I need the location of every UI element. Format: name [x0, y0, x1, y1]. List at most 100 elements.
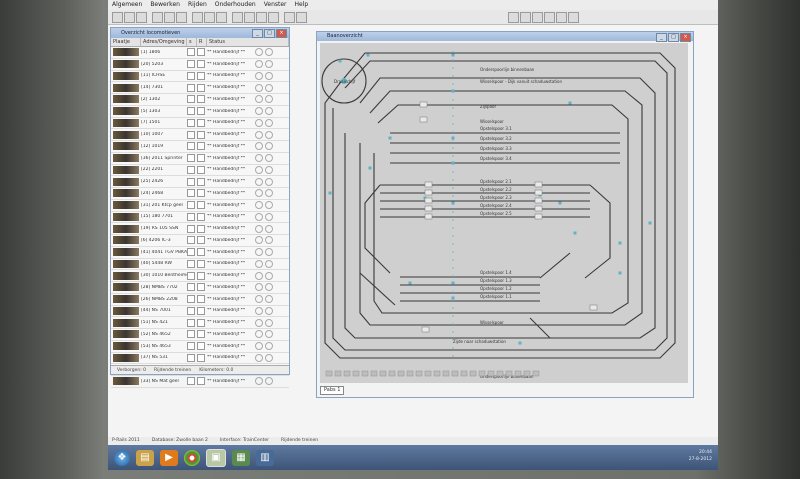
sensor-marker[interactable] — [558, 201, 562, 205]
block-indicator[interactable] — [478, 370, 486, 377]
function-sound-icon[interactable] — [265, 212, 273, 221]
function-sound-icon[interactable] — [265, 142, 273, 151]
function-sound-icon[interactable] — [265, 130, 273, 139]
tab-page-1[interactable]: Pabs 1 — [320, 386, 345, 395]
signal-box[interactable] — [534, 205, 543, 212]
block-icon[interactable] — [268, 12, 279, 23]
locomotive-row[interactable]: [22] 2201 ** Handbedrijf ** — [111, 165, 289, 177]
function-light-icon[interactable] — [255, 342, 263, 351]
track-diagram[interactable]: Onderspoorlijn binnenbaan Wisselspoor - D… — [320, 43, 688, 383]
function-light-icon[interactable] — [255, 306, 263, 315]
col-status[interactable]: Status — [207, 38, 289, 46]
function-light-icon[interactable] — [255, 377, 263, 386]
signal-box[interactable] — [534, 213, 543, 220]
block-indicator[interactable] — [523, 370, 531, 377]
function-light-icon[interactable] — [255, 271, 263, 280]
function-light-icon[interactable] — [255, 48, 263, 57]
block-indicator[interactable] — [370, 370, 378, 377]
function-light-icon[interactable] — [255, 259, 263, 268]
block-indicator[interactable] — [532, 370, 540, 377]
signal-box[interactable] — [534, 197, 543, 204]
signal-box[interactable] — [424, 181, 433, 188]
block-indicator[interactable] — [433, 370, 441, 377]
window-icon[interactable] — [556, 12, 567, 23]
direction-checkbox[interactable] — [187, 118, 195, 127]
switch-icon[interactable] — [244, 12, 255, 23]
inner-connector-right[interactable] — [584, 184, 611, 279]
new-icon[interactable] — [112, 12, 123, 23]
function-sound-icon[interactable] — [265, 154, 273, 163]
function-light-icon[interactable] — [255, 330, 263, 339]
menu-help[interactable]: Help — [295, 0, 309, 10]
direction-checkbox[interactable] — [187, 83, 195, 92]
function-light-icon[interactable] — [255, 248, 263, 257]
function-light-icon[interactable] — [255, 318, 263, 327]
reverse-checkbox[interactable] — [197, 60, 205, 69]
function-sound-icon[interactable] — [265, 236, 273, 245]
block-indicator[interactable] — [379, 370, 387, 377]
locomotive-row[interactable]: [33] NS Mat geel ** Handbedrijf ** — [111, 376, 289, 388]
reverse-checkbox[interactable] — [197, 224, 205, 233]
function-sound-icon[interactable] — [265, 224, 273, 233]
reverse-checkbox[interactable] — [197, 118, 205, 127]
function-light-icon[interactable] — [255, 154, 263, 163]
open-icon[interactable] — [124, 12, 135, 23]
function-sound-icon[interactable] — [265, 71, 273, 80]
direction-checkbox[interactable] — [187, 353, 195, 362]
reverse-checkbox[interactable] — [197, 377, 205, 386]
function-light-icon[interactable] — [255, 95, 263, 104]
direction-checkbox[interactable] — [187, 283, 195, 292]
reverse-checkbox[interactable] — [197, 353, 205, 362]
function-sound-icon[interactable] — [265, 60, 273, 69]
direction-checkbox[interactable] — [187, 95, 195, 104]
layout-icon[interactable] — [532, 12, 543, 23]
function-light-icon[interactable] — [255, 224, 263, 233]
sensor-marker[interactable] — [408, 281, 412, 285]
maximize-button[interactable]: □ — [668, 33, 679, 42]
track-icon[interactable] — [216, 12, 227, 23]
reverse-checkbox[interactable] — [197, 295, 205, 304]
locomotive-row[interactable]: [15] 180 7701 ** Handbedrijf ** — [111, 212, 289, 224]
locomotive-row[interactable]: [14] 7301 ** Handbedrijf ** — [111, 82, 289, 94]
sensor-marker[interactable] — [648, 221, 652, 225]
signal-box[interactable] — [419, 101, 428, 108]
reverse-checkbox[interactable] — [197, 71, 205, 80]
direction-checkbox[interactable] — [187, 330, 195, 339]
close-button[interactable]: × — [680, 33, 691, 42]
function-light-icon[interactable] — [255, 107, 263, 116]
signal-box[interactable] — [424, 205, 433, 212]
locomotive-row[interactable]: [37] NS 531 ** Handbedrijf ** — [111, 353, 289, 365]
direction-checkbox[interactable] — [187, 177, 195, 186]
function-light-icon[interactable] — [255, 212, 263, 221]
sensor-marker[interactable] — [618, 271, 622, 275]
reverse-checkbox[interactable] — [197, 212, 205, 221]
sensor-marker[interactable] — [573, 231, 577, 235]
function-sound-icon[interactable] — [265, 271, 273, 280]
locomotive-row[interactable]: [31] 201 Ktcp geel ** Handbedrijf ** — [111, 200, 289, 212]
direction-checkbox[interactable] — [187, 48, 195, 57]
block-indicator[interactable] — [496, 370, 504, 377]
sensor-marker[interactable] — [568, 101, 572, 105]
cut-icon[interactable] — [152, 12, 163, 23]
print-icon[interactable] — [192, 12, 203, 23]
copy-icon[interactable] — [164, 12, 175, 23]
function-light-icon[interactable] — [255, 130, 263, 139]
locomotive-row[interactable]: [11] ICHSE ** Handbedrijf ** — [111, 71, 289, 83]
function-light-icon[interactable] — [255, 177, 263, 186]
explorer-icon[interactable]: ▤ — [136, 449, 154, 466]
signal-icon[interactable] — [232, 12, 243, 23]
reverse-checkbox[interactable] — [197, 318, 205, 327]
block-indicator[interactable] — [406, 370, 414, 377]
locomotive-row[interactable]: [28] NMBS 7702 ** Handbedrijf ** — [111, 282, 289, 294]
direction-checkbox[interactable] — [187, 71, 195, 80]
locomotive-row[interactable]: [7] 1501 ** Handbedrijf ** — [111, 118, 289, 130]
reverse-checkbox[interactable] — [197, 48, 205, 57]
function-sound-icon[interactable] — [265, 83, 273, 92]
reverse-checkbox[interactable] — [197, 201, 205, 210]
reverse-checkbox[interactable] — [197, 83, 205, 92]
locomotive-row[interactable]: [41] 4041 TGV PBKA ** Handbedrijf ** — [111, 247, 289, 259]
function-light-icon[interactable] — [255, 165, 263, 174]
signal-box[interactable] — [534, 181, 543, 188]
reverse-checkbox[interactable] — [197, 330, 205, 339]
function-light-icon[interactable] — [255, 142, 263, 151]
